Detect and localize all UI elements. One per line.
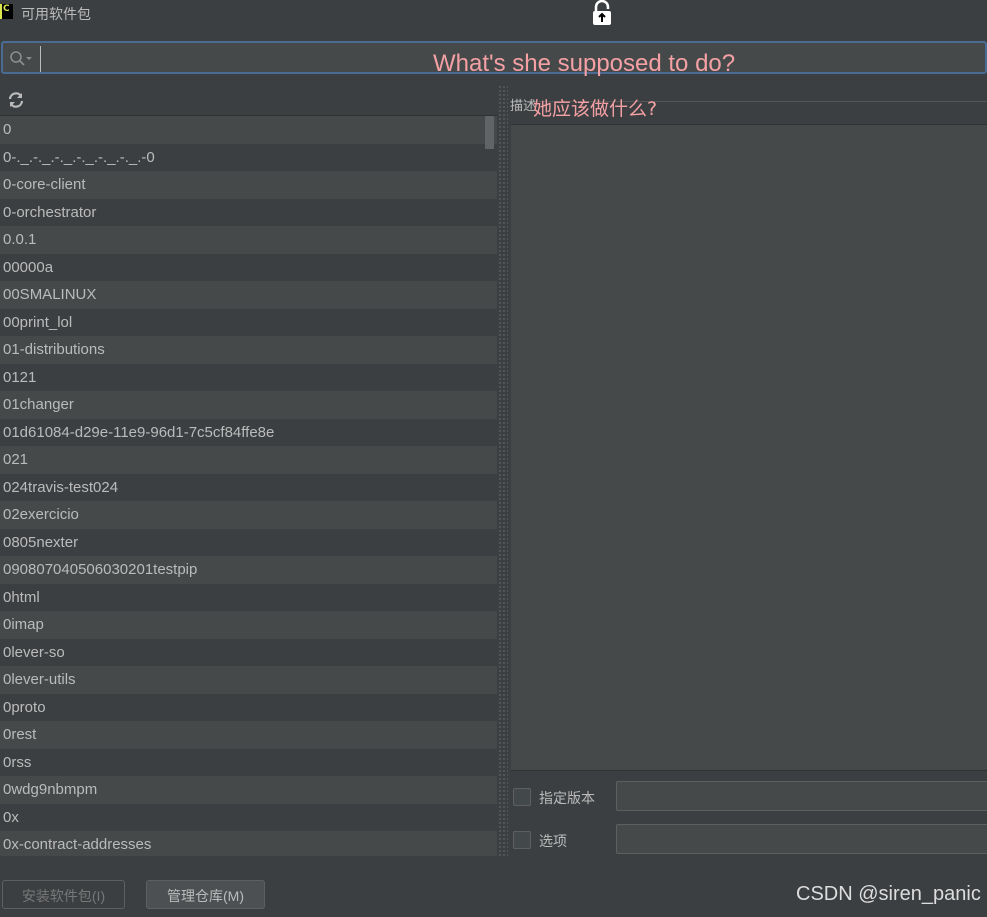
- package-list-item[interactable]: 0-core-client: [0, 171, 497, 199]
- version-checkbox[interactable]: [513, 788, 531, 806]
- options-label: 选项: [539, 834, 567, 850]
- version-field[interactable]: [616, 781, 987, 811]
- package-list-item[interactable]: 02exercicio: [0, 501, 497, 529]
- package-list-item[interactable]: 0: [0, 116, 497, 144]
- package-list-item[interactable]: 0-._.-._.-._.-._.-._.-._.-0: [0, 143, 497, 171]
- manage-repositories-button[interactable]: 管理仓库(M): [146, 880, 265, 909]
- options-checkbox[interactable]: [513, 831, 531, 849]
- options-field[interactable]: [616, 824, 987, 854]
- panel-splitter[interactable]: [498, 85, 508, 857]
- window-title: 可用软件包: [21, 7, 91, 23]
- description-panel: [511, 124, 987, 771]
- package-list-item[interactable]: 0wdg9nbmpm: [0, 776, 497, 804]
- refresh-icon[interactable]: [7, 91, 25, 109]
- lock-icon[interactable]: [590, 0, 614, 26]
- package-list-item[interactable]: 0x-contract-addresses: [0, 831, 497, 856]
- package-list-item[interactable]: 01-distributions: [0, 336, 497, 364]
- package-list-item[interactable]: 01d61084-d29e-11e9-96d1-7c5cf84ffe8e: [0, 418, 497, 446]
- package-list-item[interactable]: 0121: [0, 363, 497, 391]
- pycharm-logo-icon: [0, 4, 13, 19]
- package-list-item[interactable]: 0.0.1: [0, 226, 497, 254]
- package-list-item[interactable]: 021: [0, 446, 497, 474]
- package-list-item[interactable]: 00SMALINUX: [0, 281, 497, 309]
- package-list-item[interactable]: 01changer: [0, 391, 497, 419]
- package-list-item[interactable]: 024travis-test024: [0, 473, 497, 501]
- package-list-item[interactable]: 0html: [0, 583, 497, 611]
- package-list-item[interactable]: 0805nexter: [0, 528, 497, 556]
- watermark: CSDN @siren_panic: [796, 883, 981, 905]
- package-list-item[interactable]: 00print_lol: [0, 308, 497, 336]
- package-list-item[interactable]: 00000a: [0, 253, 497, 281]
- package-list[interactable]: 0 0-._.-._.-._.-._.-._.-._.-0 0-core-clien…: [0, 116, 497, 856]
- overlay-caption-english: What's she supposed to do?: [433, 50, 736, 77]
- search-icon[interactable]: [9, 50, 33, 66]
- package-list-item[interactable]: 0x: [0, 803, 497, 831]
- version-label: 指定版本: [539, 791, 595, 807]
- overlay-caption-chinese: 她应该做什么?: [533, 98, 658, 120]
- package-list-item[interactable]: 0lever-so: [0, 638, 497, 666]
- package-list-item[interactable]: 0rest: [0, 721, 497, 749]
- package-list-item[interactable]: 0lever-utils: [0, 666, 497, 694]
- title-bar: 可用软件包: [0, 0, 987, 38]
- package-list-item[interactable]: 0rss: [0, 748, 497, 776]
- package-list-item[interactable]: 0proto: [0, 693, 497, 721]
- install-package-button[interactable]: 安装软件包(I): [2, 880, 125, 909]
- package-list-item[interactable]: 0-orchestrator: [0, 198, 497, 226]
- package-list-item[interactable]: 090807040506030201testpip: [0, 556, 497, 584]
- package-toolbar: [0, 85, 497, 116]
- package-list-item[interactable]: 0imap: [0, 611, 497, 639]
- package-list-scrollbar[interactable]: [485, 116, 494, 149]
